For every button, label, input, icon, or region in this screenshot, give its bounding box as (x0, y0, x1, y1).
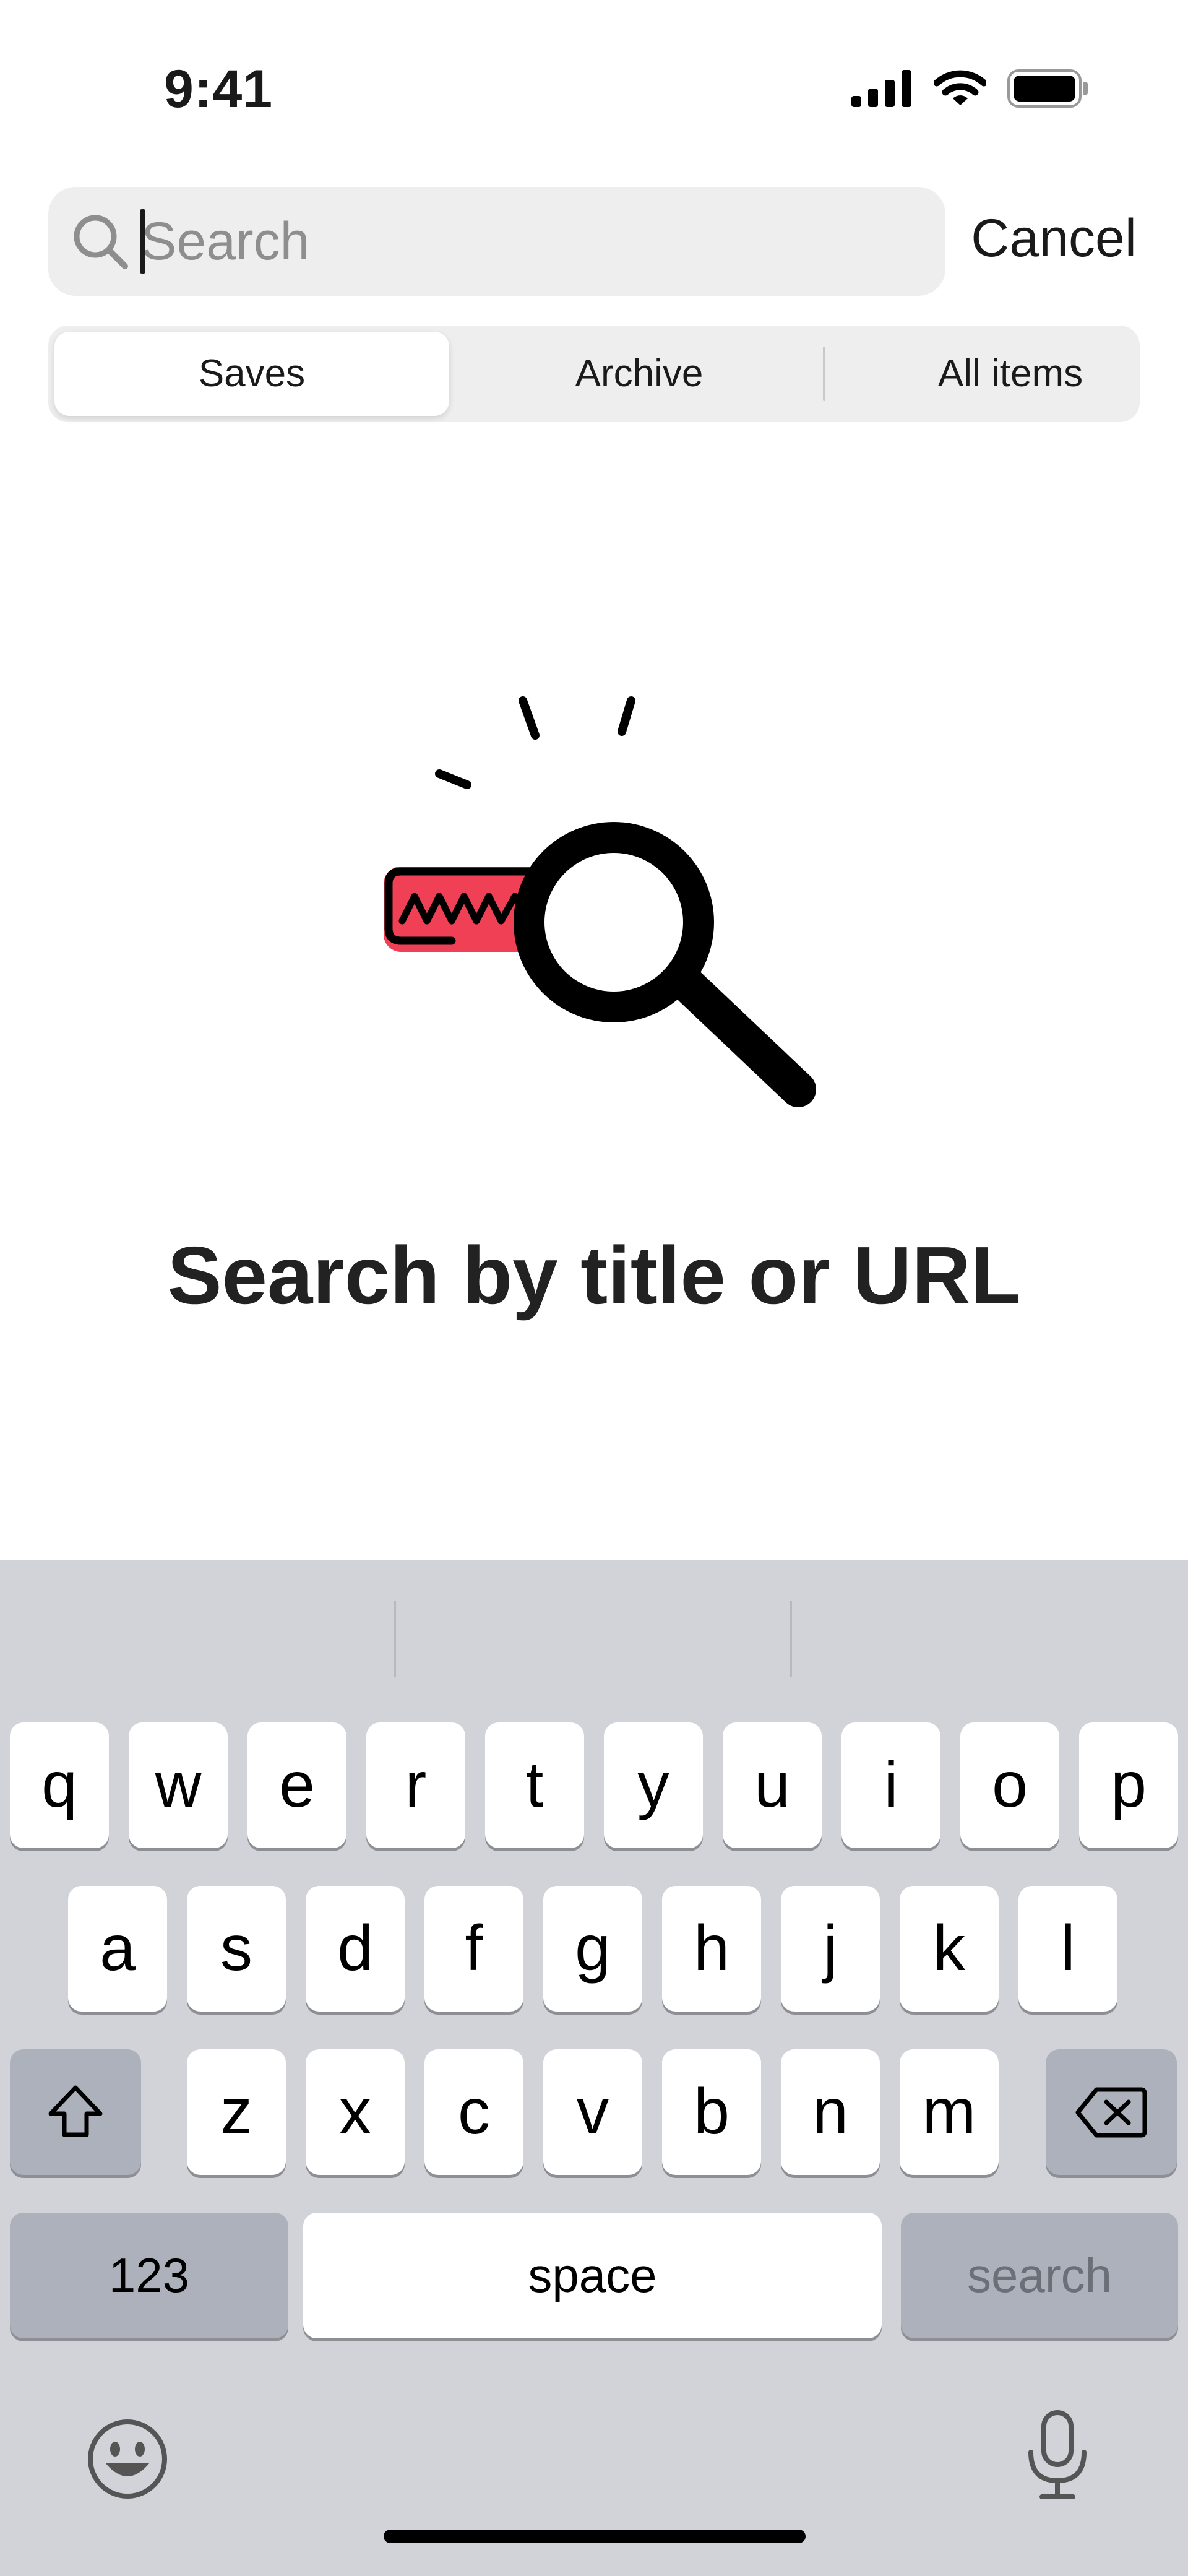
key-e[interactable]: e (248, 1722, 346, 1848)
key-v[interactable]: v (543, 2049, 642, 2175)
empty-state-title: Search by title or URL (167, 1230, 1021, 1321)
key-k[interactable]: k (900, 1886, 999, 2012)
search-key[interactable]: search (901, 2213, 1178, 2338)
emoji-icon[interactable] (85, 2417, 170, 2501)
keyboard: q w e r t y u i o p a s d f g h j k l z … (0, 1560, 1188, 2576)
key-b[interactable]: b (662, 2049, 761, 2175)
key-c[interactable]: c (424, 2049, 523, 2175)
tab-archive[interactable]: Archive (457, 332, 822, 416)
key-t[interactable]: t (485, 1722, 584, 1848)
suggestion-divider (394, 1601, 396, 1677)
search-icon (74, 215, 128, 269)
key-i[interactable]: i (842, 1722, 940, 1848)
shift-icon (48, 2085, 103, 2137)
key-g[interactable]: g (543, 1886, 642, 2012)
key-a[interactable]: a (68, 1886, 167, 2012)
key-d[interactable]: d (306, 1886, 405, 2012)
key-r[interactable]: r (366, 1722, 465, 1848)
status-time: 9:41 (164, 59, 273, 119)
search-input[interactable] (141, 201, 915, 282)
space-key[interactable]: space (303, 2213, 882, 2338)
key-j[interactable]: j (781, 1886, 880, 2012)
key-p[interactable]: p (1079, 1722, 1178, 1848)
delete-icon (1075, 2087, 1147, 2137)
suggestion-divider (790, 1601, 792, 1677)
key-x[interactable]: x (306, 2049, 405, 2175)
tab-all-items[interactable]: All items (828, 332, 1188, 416)
key-n[interactable]: n (781, 2049, 880, 2175)
key-h[interactable]: h (662, 1886, 761, 2012)
key-o[interactable]: o (960, 1722, 1059, 1848)
segment-divider (823, 347, 825, 401)
tab-saves[interactable]: Saves (54, 332, 449, 416)
signal-icon (851, 70, 911, 107)
filter-segmented-control: Saves Archive All items (48, 326, 1140, 422)
key-y[interactable]: y (604, 1722, 703, 1848)
shift-key[interactable] (10, 2049, 141, 2175)
wifi-icon (934, 70, 986, 105)
magnifying-glass-illustration (384, 696, 816, 1107)
status-icons (851, 69, 1089, 108)
text-cursor (140, 209, 145, 274)
battery-icon (1007, 69, 1088, 108)
key-m[interactable]: m (900, 2049, 999, 2175)
delete-key[interactable] (1046, 2049, 1177, 2175)
numbers-key[interactable]: 123 (10, 2213, 288, 2338)
home-indicator[interactable] (384, 2530, 806, 2543)
key-w[interactable]: w (129, 1722, 228, 1848)
key-l[interactable]: l (1018, 1886, 1117, 2012)
microphone-icon[interactable] (1023, 2409, 1091, 2502)
search-bar[interactable] (48, 187, 945, 296)
key-q[interactable]: q (10, 1722, 109, 1848)
key-u[interactable]: u (723, 1722, 822, 1848)
cancel-button[interactable]: Cancel (971, 208, 1137, 269)
key-s[interactable]: s (187, 1886, 286, 2012)
key-f[interactable]: f (424, 1886, 523, 2012)
key-z[interactable]: z (187, 2049, 286, 2175)
